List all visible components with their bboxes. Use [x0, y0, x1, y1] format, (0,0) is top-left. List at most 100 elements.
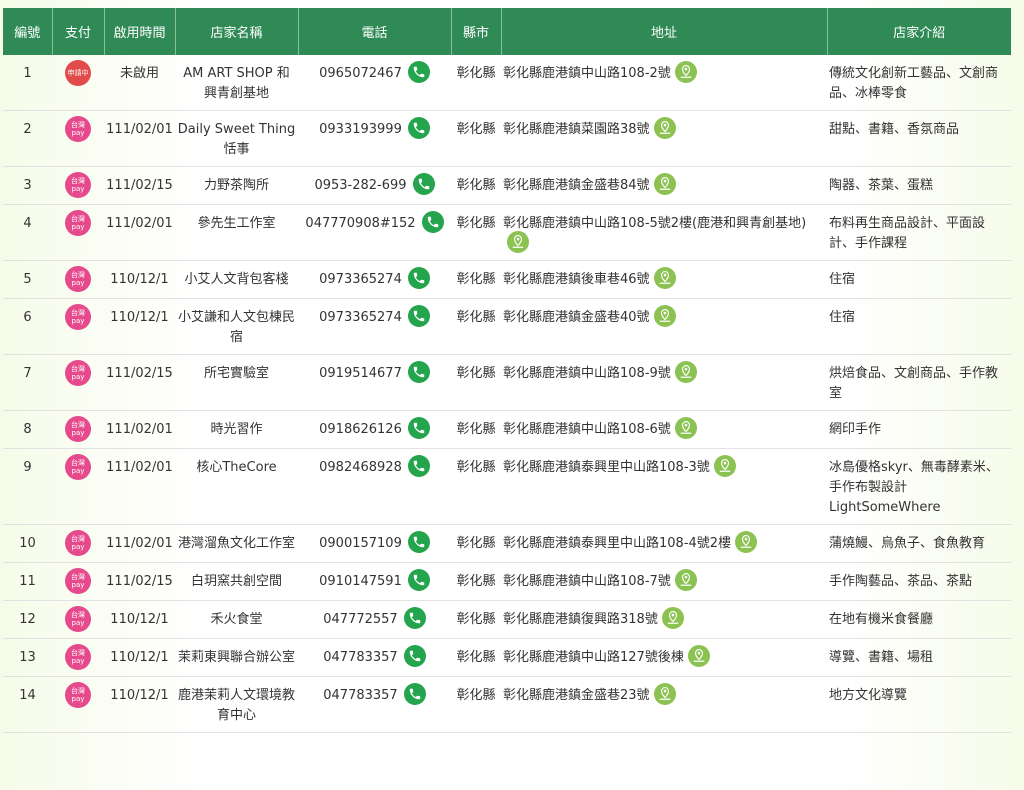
- cell-date: 110/12/1: [104, 638, 175, 677]
- map-pin-icon[interactable]: [674, 60, 697, 83]
- phone-number: 0973365274: [319, 272, 402, 287]
- cell-county: 彰化縣: [451, 410, 501, 449]
- cell-date: 111/02/01: [104, 448, 175, 525]
- cell-store-name: 茉莉東興聯合辦公室: [175, 638, 298, 677]
- cell-intro: 住宿: [827, 298, 1011, 355]
- cell-county: 彰化縣: [451, 166, 501, 205]
- applying-badge: 申請中: [65, 60, 91, 86]
- map-pin-icon[interactable]: [507, 230, 529, 253]
- cell-address: 彰化縣鹿港鎮菜園路38號: [501, 110, 827, 167]
- taiwan-pay-badge: 台灣 pay: [65, 530, 91, 556]
- cell-address: 彰化縣鹿港鎮金盛巷40號: [501, 298, 827, 355]
- cell-intro: 冰島優格skyr、無毒酵素米、手作布製設計LightSomeWhere: [827, 448, 1011, 525]
- map-pin-icon[interactable]: [687, 644, 710, 667]
- phone-icon[interactable]: [403, 682, 426, 705]
- cell-store-name: 力野茶陶所: [175, 166, 298, 205]
- phone-icon[interactable]: [407, 360, 430, 383]
- phone-icon[interactable]: [407, 454, 430, 477]
- cell-intro: 網印手作: [827, 410, 1011, 449]
- cell-pay: 申請中: [52, 55, 104, 111]
- cell-county: 彰化縣: [451, 448, 501, 525]
- map-pin-icon[interactable]: [653, 172, 676, 195]
- cell-pay: 台灣 pay: [52, 562, 104, 601]
- taiwan-pay-badge: 台灣 pay: [65, 116, 91, 142]
- phone-icon[interactable]: [403, 606, 426, 629]
- map-pin-icon[interactable]: [661, 606, 684, 629]
- cell-phone: 0933193999: [298, 110, 451, 167]
- cell-intro: 布料再生商品設計、平面設計、手作課程: [827, 204, 1011, 261]
- phone-number: 0973365274: [319, 310, 402, 325]
- address-text: 彰化縣鹿港鎮金盛巷23號: [503, 688, 650, 703]
- map-pin-icon[interactable]: [653, 116, 676, 139]
- map-pin-icon[interactable]: [653, 304, 676, 327]
- cell-address: 彰化縣鹿港鎮金盛巷23號: [501, 676, 827, 733]
- cell-address: 彰化縣鹿港鎮中山路127號後棟: [501, 638, 827, 677]
- phone-icon[interactable]: [412, 172, 435, 195]
- cell-date: 110/12/1: [104, 298, 175, 355]
- taiwan-pay-badge: 台灣 pay: [65, 210, 91, 236]
- address-text: 彰化縣鹿港鎮菜園路38號: [503, 122, 650, 137]
- header-pay: 支付: [52, 8, 105, 55]
- taiwan-pay-badge: 台灣 pay: [65, 682, 91, 708]
- cell-no: 8: [3, 410, 52, 449]
- map-pin-icon[interactable]: [674, 416, 697, 439]
- cell-phone: 0973365274: [298, 298, 451, 355]
- table-row: 1 申請中 未啟用 AM ART SHOP 和興青創基地 0965072467 彰化縣 彰化…: [3, 55, 1011, 111]
- cell-pay: 台灣 pay: [52, 298, 104, 355]
- phone-icon[interactable]: [407, 60, 430, 83]
- cell-county: 彰化縣: [451, 524, 501, 563]
- cell-pay: 台灣 pay: [52, 448, 104, 525]
- phone-number: 047783357: [323, 688, 398, 703]
- cell-no: 2: [3, 110, 52, 167]
- cell-address: 彰化縣鹿港鎮中山路108-7號: [501, 562, 827, 601]
- map-pin-icon[interactable]: [735, 530, 758, 553]
- cell-no: 7: [3, 354, 52, 411]
- cell-store-name: 白玥窯共創空間: [175, 562, 298, 601]
- map-pin-icon[interactable]: [713, 454, 736, 477]
- header-no: 編號: [3, 8, 53, 55]
- phone-icon[interactable]: [407, 266, 430, 289]
- cell-no: 5: [3, 260, 52, 299]
- phone-icon[interactable]: [407, 568, 430, 591]
- cell-intro: 甜點、書籍、香氛商品: [827, 110, 1011, 167]
- cell-phone: 0900157109: [298, 524, 451, 563]
- phone-icon[interactable]: [421, 210, 444, 233]
- cell-store-name: 港灣溜魚文化工作室: [175, 524, 298, 563]
- cell-county: 彰化縣: [451, 354, 501, 411]
- map-pin-icon[interactable]: [653, 682, 676, 705]
- cell-address: 彰化縣鹿港鎮泰興里中山路108-3號: [501, 448, 827, 525]
- cell-phone: 0965072467: [298, 55, 451, 111]
- header-intro: 店家介紹: [827, 8, 1011, 55]
- cell-address: 彰化縣鹿港鎮泰興里中山路108-4號2樓: [501, 524, 827, 563]
- cell-phone: 0953-282-699: [298, 166, 451, 205]
- phone-number: 0910147591: [319, 574, 402, 589]
- map-pin-icon[interactable]: [674, 568, 697, 591]
- address-text: 彰化縣鹿港鎮中山路108-9號: [503, 366, 671, 381]
- cell-no: 9: [3, 448, 52, 525]
- cell-county: 彰化縣: [451, 298, 501, 355]
- map-pin-icon[interactable]: [653, 266, 676, 289]
- address-text: 彰化縣鹿港鎮泰興里中山路108-4號2樓: [503, 536, 732, 551]
- cell-address: 彰化縣鹿港鎮金盛巷84號: [501, 166, 827, 205]
- table-row: 14 台灣 pay 110/12/1 鹿港茉莉人文環境教育中心 047783357 彰化縣彰…: [3, 676, 1011, 733]
- phone-icon[interactable]: [407, 116, 430, 139]
- store-table: 編號 支付 啟用時間 店家名稱 電話 縣市 地址 店家介紹 1 申請中 未啟用 AM …: [3, 8, 1011, 733]
- address-text: 彰化縣鹿港鎮中山路108-2號: [503, 66, 671, 81]
- phone-icon[interactable]: [407, 416, 430, 439]
- map-pin-icon[interactable]: [674, 360, 697, 383]
- phone-icon[interactable]: [407, 304, 430, 327]
- phone-icon[interactable]: [407, 530, 430, 553]
- table-header-row: 編號 支付 啟用時間 店家名稱 電話 縣市 地址 店家介紹: [3, 8, 1011, 55]
- cell-intro: 手作陶藝品、茶品、茶點: [827, 562, 1011, 601]
- phone-icon[interactable]: [403, 644, 426, 667]
- cell-store-name: Daily Sweet Thing 恬事: [175, 110, 298, 167]
- table-row: 11 台灣 pay 111/02/15 白玥窯共創空間 0910147591 彰化縣 彰化縣鹿…: [3, 562, 1011, 601]
- phone-number: 047772557: [323, 612, 398, 627]
- cell-store-name: 禾火食堂: [175, 600, 298, 639]
- cell-phone: 0973365274: [298, 260, 451, 299]
- cell-date: 111/02/15: [104, 354, 175, 411]
- cell-county: 彰化縣: [451, 600, 501, 639]
- cell-date: 110/12/1: [104, 260, 175, 299]
- taiwan-pay-badge: 台灣 pay: [65, 568, 91, 594]
- address-text: 彰化縣鹿港鎮復興路318號: [503, 612, 658, 627]
